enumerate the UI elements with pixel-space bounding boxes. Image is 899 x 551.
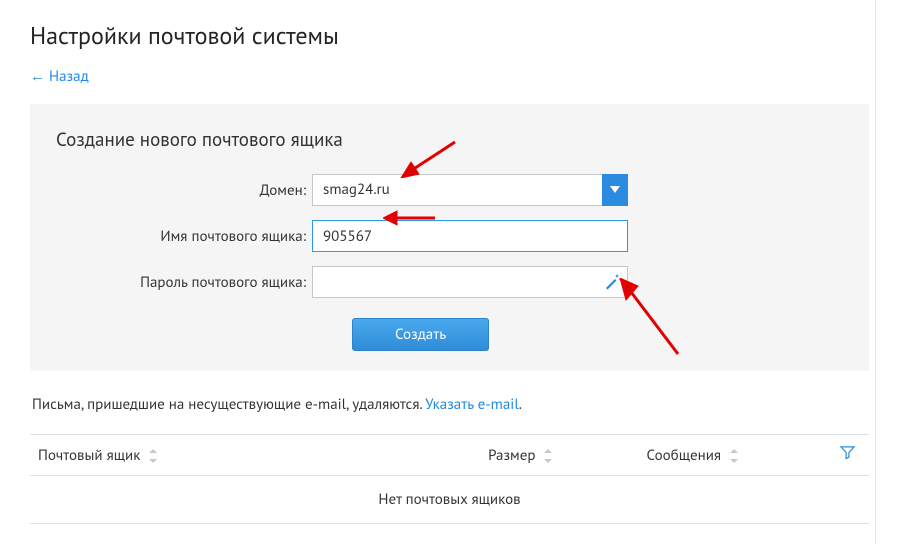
col-messages[interactable]: Сообщения — [592, 435, 793, 476]
set-email-link[interactable]: Указать e-mail — [425, 395, 519, 414]
filter-icon[interactable] — [840, 445, 855, 460]
col-filter[interactable] — [793, 435, 869, 476]
create-button[interactable]: Создать — [352, 318, 489, 351]
back-link[interactable]: ← Назад — [30, 67, 89, 86]
main-content: Настройки почтовой системы ← Назад Созда… — [0, 0, 899, 544]
table-empty-row: Нет почтовых ящиков — [30, 476, 869, 524]
mailbox-password-row: Пароль почтового ящика: — [56, 266, 843, 298]
annotation-arrow — [399, 138, 459, 178]
table-header-row: Почтовый ящик Размер Сообщения — [30, 435, 869, 476]
domain-row: Домен: smag24.ru — [56, 174, 843, 206]
mailbox-name-label: Имя почтового ящика: — [56, 227, 312, 246]
mailbox-password-input[interactable] — [312, 266, 628, 298]
sort-icon[interactable] — [729, 449, 739, 463]
domain-label: Домен: — [56, 181, 312, 200]
col-size[interactable]: Размер — [450, 435, 593, 476]
domain-select-toggle[interactable] — [602, 174, 628, 206]
domain-select[interactable]: smag24.ru — [312, 174, 628, 206]
table-empty-cell: Нет почтовых ящиков — [30, 476, 869, 524]
mailbox-password-label: Пароль почтового ящика: — [56, 273, 312, 292]
info-text: Письма, пришедшие на несуществующие e-ma… — [32, 395, 425, 414]
mailbox-name-row: Имя почтового ящика: — [56, 220, 843, 252]
sort-icon[interactable] — [543, 449, 553, 463]
info-trailing: . — [519, 395, 522, 414]
annotation-arrow — [383, 208, 439, 228]
sort-icon[interactable] — [148, 449, 158, 463]
mailbox-name-input[interactable] — [312, 220, 628, 252]
chevron-down-icon — [610, 186, 620, 194]
annotation-arrow — [618, 278, 686, 358]
mailbox-table: Почтовый ящик Размер Сообщения — [30, 434, 869, 524]
info-line: Письма, пришедшие на несуществующие e-ma… — [30, 395, 869, 414]
domain-select-value: smag24.ru — [312, 174, 602, 206]
page-title: Настройки почтовой системы — [30, 20, 869, 51]
vertical-divider — [875, 0, 876, 544]
col-messages-label: Сообщения — [647, 446, 722, 465]
col-mailbox[interactable]: Почтовый ящик — [30, 435, 450, 476]
col-size-label: Размер — [488, 446, 535, 465]
col-mailbox-label: Почтовый ящик — [38, 446, 140, 465]
